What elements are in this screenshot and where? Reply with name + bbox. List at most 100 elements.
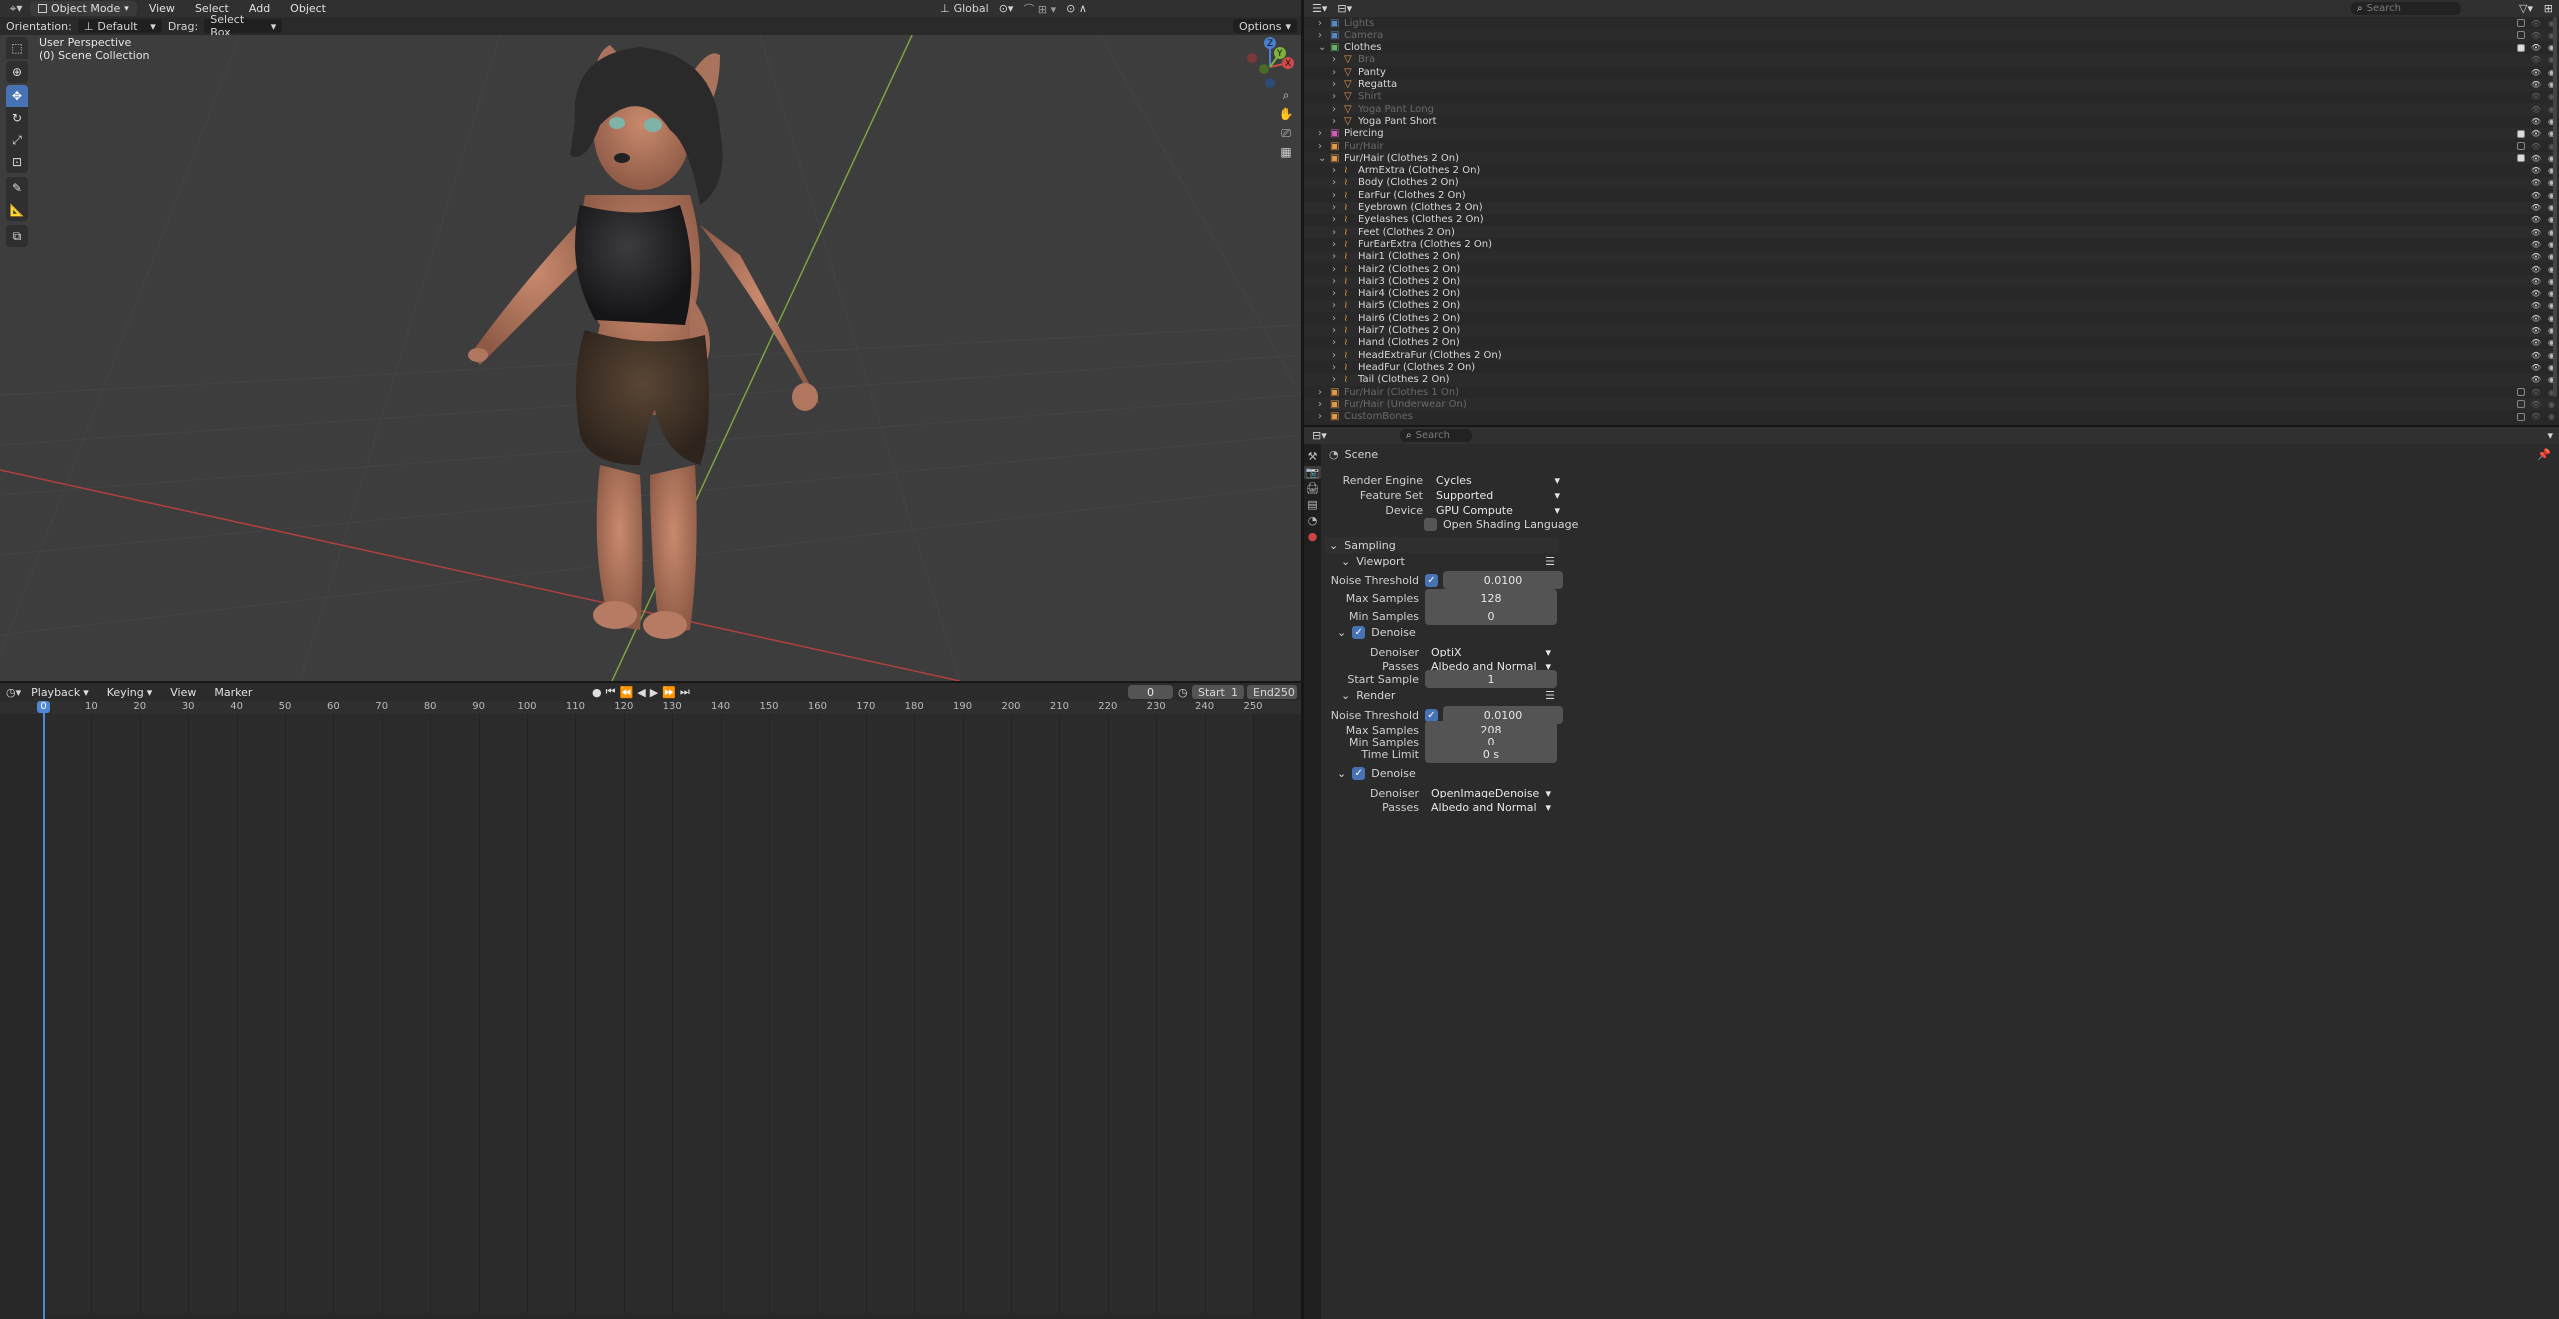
playhead[interactable] bbox=[43, 701, 45, 1319]
device-dropdown[interactable]: GPU Compute ▾ bbox=[1430, 501, 1566, 519]
chevron-down-icon[interactable]: ⌄ bbox=[1318, 42, 1326, 53]
world-tab-icon[interactable]: ● bbox=[1308, 530, 1318, 543]
chevron-right-icon[interactable]: › bbox=[1318, 411, 1322, 422]
chevron-right-icon[interactable]: › bbox=[1332, 190, 1336, 201]
outliner-row[interactable]: ⌄ ▣ Clothes 👁 ◉ bbox=[1304, 41, 2559, 54]
start-frame-field[interactable]: Start 1 bbox=[1192, 685, 1244, 699]
exclude-checkbox[interactable] bbox=[2517, 154, 2525, 163]
visibility-eye-icon[interactable]: 👁 bbox=[2531, 31, 2541, 40]
menu-keying[interactable]: Keying ▾ bbox=[99, 685, 160, 700]
visibility-eye-icon[interactable]: 👁 bbox=[2531, 178, 2541, 187]
chevron-right-icon[interactable]: › bbox=[1318, 141, 1322, 152]
chevron-right-icon[interactable]: › bbox=[1332, 374, 1336, 385]
outliner-row[interactable]: › ≀ Hair3 (Clothes 2 On) 👁 ◉ bbox=[1304, 275, 2559, 288]
chevron-right-icon[interactable]: › bbox=[1332, 337, 1336, 348]
visibility-eye-icon[interactable]: 👁 bbox=[2531, 92, 2541, 101]
record-icon[interactable]: ● bbox=[592, 686, 602, 699]
outliner-search-input[interactable]: ⌕ Search bbox=[2351, 2, 2461, 15]
outliner-row[interactable]: › ≀ Eyebrown (Clothes 2 On) 👁 ◉ bbox=[1304, 201, 2559, 214]
visibility-eye-icon[interactable]: 👁 bbox=[2531, 338, 2541, 347]
menu-view[interactable]: View bbox=[141, 1, 183, 16]
vp-denoise-checkbox[interactable]: ✓ bbox=[1352, 625, 1366, 639]
outliner-row[interactable]: › ▣ Fur/Hair (Clothes 1 On) 👁 ◉ bbox=[1304, 386, 2559, 398]
chevron-right-icon[interactable]: › bbox=[1332, 177, 1336, 188]
outliner-row[interactable]: › ▣ Piercing 👁 ◉ bbox=[1304, 127, 2559, 140]
visibility-eye-icon[interactable]: 👁 bbox=[2531, 240, 2541, 249]
visibility-eye-icon[interactable]: 👁 bbox=[2531, 166, 2541, 175]
editor-type-icon[interactable]: ⌖▾ bbox=[6, 1, 26, 16]
outliner-row[interactable]: › ≀ HeadExtraFur (Clothes 2 On) 👁 ◉ bbox=[1304, 349, 2559, 362]
annotate-tool-icon[interactable]: ✎ bbox=[6, 177, 28, 199]
visibility-eye-icon[interactable]: 👁 bbox=[2531, 301, 2541, 310]
character-model[interactable] bbox=[468, 45, 820, 639]
chevron-right-icon[interactable]: › bbox=[1332, 362, 1336, 373]
outliner-editor-icon[interactable]: ☰▾ bbox=[1312, 2, 1327, 15]
camera-view-icon[interactable]: ⎚ bbox=[1278, 125, 1294, 141]
rotate-tool-icon[interactable]: ↻ bbox=[6, 107, 28, 129]
exclude-checkbox[interactable] bbox=[2517, 43, 2525, 52]
visibility-eye-icon[interactable]: 👁 bbox=[2531, 191, 2541, 200]
outliner-row[interactable]: ⌄ ▣ Fur/Hair (Clothes 2 On) 👁 ◉ bbox=[1304, 152, 2559, 165]
outliner-row[interactable]: › ▽ Bra 👁 ◉ bbox=[1304, 53, 2559, 66]
next-keyframe-icon[interactable]: ⏩ bbox=[662, 686, 676, 699]
outliner-row[interactable]: › ≀ FurEarExtra (Clothes 2 On) 👁 ◉ bbox=[1304, 238, 2559, 251]
menu-object[interactable]: Object bbox=[282, 1, 334, 16]
render-camera-icon[interactable]: ◉ bbox=[2548, 412, 2555, 421]
visibility-eye-icon[interactable]: 👁 bbox=[2531, 105, 2541, 114]
visibility-eye-icon[interactable]: 👁 bbox=[2531, 314, 2541, 323]
outliner-row[interactable]: › ≀ HeadFur (Clothes 2 On) 👁 ◉ bbox=[1304, 361, 2559, 374]
jump-start-icon[interactable]: ⏮ bbox=[606, 685, 616, 699]
playhead-label[interactable]: 0 bbox=[37, 701, 50, 713]
chevron-right-icon[interactable]: › bbox=[1332, 325, 1336, 336]
visibility-eye-icon[interactable]: 👁 bbox=[2531, 55, 2541, 64]
chevron-right-icon[interactable]: › bbox=[1318, 30, 1322, 41]
chevron-right-icon[interactable]: › bbox=[1332, 104, 1336, 115]
pivot-icon[interactable]: ⊙▾ bbox=[999, 2, 1014, 15]
chevron-right-icon[interactable]: › bbox=[1318, 399, 1322, 410]
outliner-row[interactable]: › ▽ Shirt 👁 ◉ bbox=[1304, 90, 2559, 103]
visibility-eye-icon[interactable]: 👁 bbox=[2531, 375, 2541, 384]
visibility-eye-icon[interactable]: 👁 bbox=[2531, 117, 2541, 126]
view-layer-tab-icon[interactable]: ▤ bbox=[1307, 498, 1317, 511]
visibility-eye-icon[interactable]: 👁 bbox=[2531, 265, 2541, 274]
play-reverse-icon[interactable]: ◀ bbox=[637, 686, 645, 699]
presets-icon[interactable]: ☰ bbox=[1545, 689, 1555, 702]
ortho-grid-icon[interactable]: ▦ bbox=[1278, 144, 1294, 160]
chevron-right-icon[interactable]: › bbox=[1332, 227, 1336, 238]
chevron-right-icon[interactable]: › bbox=[1332, 350, 1336, 361]
scale-tool-icon[interactable]: ⤢ bbox=[6, 129, 28, 151]
menu-marker[interactable]: Marker bbox=[206, 685, 260, 700]
zoom-icon[interactable]: ⌕ bbox=[1278, 87, 1294, 103]
vertical-separator[interactable] bbox=[1301, 0, 1304, 1319]
outliner-row[interactable]: › ▣ Camera 👁 ◉ bbox=[1304, 29, 2559, 42]
snap-icon[interactable]: ⌒ ⊞ ▾ bbox=[1023, 1, 1056, 17]
select-box-tool-icon[interactable]: ⬚ bbox=[6, 37, 28, 59]
visibility-eye-icon[interactable]: 👁 bbox=[2531, 289, 2541, 298]
visibility-eye-icon[interactable]: 👁 bbox=[2531, 19, 2541, 28]
visibility-eye-icon[interactable]: 👁 bbox=[2531, 400, 2541, 409]
tool-tab-icon[interactable]: ⚒ bbox=[1308, 450, 1318, 463]
r-noise-threshold-checkbox[interactable]: ✓ bbox=[1425, 708, 1438, 722]
outliner-row[interactable]: › ▽ Regatta 👁 ◉ bbox=[1304, 78, 2559, 91]
r-passes-dropdown[interactable]: Albedo and Normal ▾ bbox=[1425, 798, 1557, 816]
timeline-area[interactable]: 10 20 30 40 50 60 70 80 90 100 110 120 130 140 150 160 1… bbox=[0, 701, 1301, 1319]
navigation-gizmo[interactable]: Z X Y bbox=[1240, 35, 1300, 95]
cursor-tool-icon[interactable]: ⊕ bbox=[6, 61, 28, 83]
visibility-eye-icon[interactable]: 👁 bbox=[2531, 228, 2541, 237]
measure-tool-icon[interactable]: 📐 bbox=[6, 199, 28, 221]
add-cube-tool-icon[interactable]: ⧉ bbox=[6, 225, 28, 247]
outliner-row[interactable]: › ▣ CustomBones 👁 ◉ bbox=[1304, 410, 2559, 423]
vp-max-samples-field[interactable]: 128 bbox=[1425, 589, 1557, 607]
chevron-right-icon[interactable]: › bbox=[1332, 313, 1336, 324]
viewport-timeline-separator[interactable] bbox=[0, 681, 1301, 683]
chevron-down-icon[interactable]: ▾ bbox=[2547, 429, 2553, 442]
timeline-editor-icon[interactable]: ◷▾ bbox=[6, 686, 21, 699]
visibility-eye-icon[interactable]: 👁 bbox=[2531, 68, 2541, 77]
render-camera-icon[interactable]: ◉ bbox=[2548, 400, 2555, 409]
r-time-limit-field[interactable]: 0 s bbox=[1425, 745, 1557, 763]
outliner-row[interactable]: › ≀ Body (Clothes 2 On) 👁 ◉ bbox=[1304, 176, 2559, 189]
outliner-row[interactable]: › ≀ Hair4 (Clothes 2 On) 👁 ◉ bbox=[1304, 287, 2559, 300]
exclude-checkbox[interactable] bbox=[2517, 129, 2525, 138]
visibility-eye-icon[interactable]: 👁 bbox=[2531, 215, 2541, 224]
outliner-row[interactable]: › ▽ Panty 👁 ◉ bbox=[1304, 66, 2559, 79]
